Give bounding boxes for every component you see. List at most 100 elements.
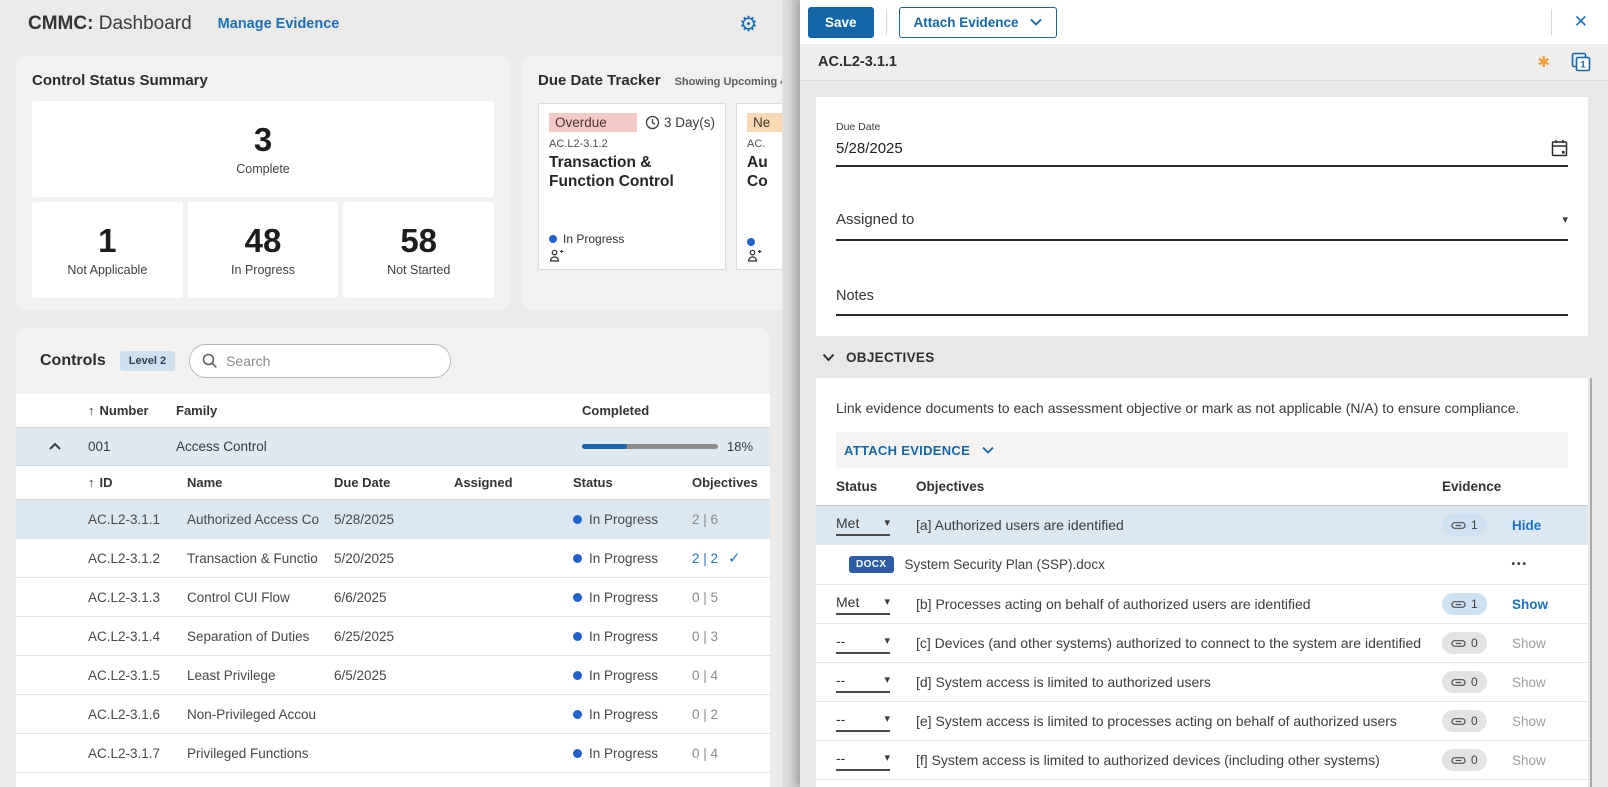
evidence-count-pill: 0: [1442, 749, 1487, 771]
show-evidence-link[interactable]: Show: [1512, 753, 1546, 768]
name-column-header[interactable]: Name: [187, 475, 334, 490]
status-select[interactable]: --▾: [836, 750, 890, 771]
family-row-access-control[interactable]: 001 Access Control 18%: [16, 428, 770, 466]
evidence-count: 0: [1471, 753, 1478, 767]
in-progress-label: In Progress: [231, 263, 295, 277]
objectives-count: 0 | 4: [692, 746, 718, 761]
gear-icon[interactable]: ⚙: [739, 14, 758, 35]
close-icon[interactable]: ✕: [1574, 12, 1588, 32]
control-id: AC.L2-3.1.2: [88, 551, 187, 566]
assigned-column-header[interactable]: Assigned: [454, 475, 573, 490]
status-select[interactable]: --▾: [836, 711, 890, 732]
objectives-section-title: OBJECTIVES: [846, 350, 935, 365]
controls-title: Controls: [40, 352, 106, 370]
status-column-header[interactable]: Status: [573, 475, 692, 490]
dropdown-arrow-icon: ▾: [884, 751, 890, 764]
objectives-count: 2 | 6: [692, 512, 718, 527]
link-icon: [1451, 753, 1466, 768]
tracker-status: In Progress: [549, 232, 715, 246]
controls-card: Controls Level 2 ↑Number Family Complete…: [16, 328, 770, 787]
objective-row-c[interactable]: --▾ [c] Devices (and other systems) auth…: [816, 624, 1588, 663]
objective-row-d[interactable]: --▾ [d] System access is limited to auth…: [816, 663, 1588, 702]
due-date-column-header[interactable]: Due Date: [334, 475, 454, 490]
show-evidence-link[interactable]: Show: [1512, 675, 1546, 690]
dropdown-arrow-icon: ▾: [884, 595, 890, 608]
show-evidence-link[interactable]: Show: [1512, 597, 1548, 612]
tracker-card-overdue[interactable]: Overdue 3 Day(s) AC.L2-3.1.2 Transaction…: [538, 103, 726, 270]
show-evidence-link[interactable]: Show: [1512, 714, 1546, 729]
show-evidence-link[interactable]: Show: [1512, 636, 1546, 651]
due-date-field[interactable]: Due Date 5/28/2025: [836, 121, 1568, 167]
controls-search[interactable]: [189, 344, 451, 378]
control-id: AC.L2-3.1.3: [88, 590, 187, 605]
control-due-date: 5/28/2025: [334, 512, 454, 527]
control-due-date: 6/6/2025: [334, 590, 454, 605]
in-progress-count: 48: [245, 223, 282, 259]
manage-evidence-link[interactable]: Manage Evidence: [218, 16, 340, 32]
objectives-section-toggle[interactable]: OBJECTIVES: [816, 336, 1588, 378]
summary-tile-in-progress: 48 In Progress: [188, 202, 339, 298]
notes-field[interactable]: Notes: [836, 287, 1568, 316]
objective-text: [a] Authorized users are identified: [916, 517, 1442, 533]
not-applicable-label: Not Applicable: [67, 263, 147, 277]
evidence-count: 1: [1471, 518, 1478, 532]
status-select[interactable]: Met▾: [836, 594, 890, 615]
overdue-days: 3 Day(s): [645, 115, 715, 130]
search-input[interactable]: [226, 353, 438, 369]
objective-row-a[interactable]: Met▾ [a] Authorized users are identified…: [816, 506, 1588, 545]
control-row-3-1-2[interactable]: AC.L2-3.1.2 Transaction & Functio 5/20/2…: [16, 539, 770, 578]
status-select[interactable]: --▾: [836, 672, 890, 693]
chevron-up-icon[interactable]: [48, 442, 62, 451]
scrollbar[interactable]: [1590, 378, 1592, 787]
due-date-value[interactable]: 5/28/2025: [836, 140, 903, 157]
complete-label: Complete: [236, 162, 290, 176]
family-name: Access Control: [176, 439, 582, 454]
tracker-card-next[interactable]: Ne AC. Au Co: [736, 103, 782, 270]
save-button[interactable]: Save: [808, 7, 874, 38]
control-row-3-1-7[interactable]: AC.L2-3.1.7 Privileged Functions In Prog…: [16, 734, 770, 773]
id-column-header[interactable]: ↑ID: [88, 475, 187, 490]
link-icon: [1451, 597, 1466, 612]
control-row-3-1-3[interactable]: AC.L2-3.1.3 Control CUI Flow 6/6/2025 In…: [16, 578, 770, 617]
objective-row-f[interactable]: --▾ [f] System access is limited to auth…: [816, 741, 1588, 780]
status-column-header: Status: [836, 479, 916, 494]
control-row-3-1-6[interactable]: AC.L2-3.1.6 Non-Privileged Accou In Prog…: [16, 695, 770, 734]
detail-title-bar: AC.L2-3.1.1 ✱ 1: [800, 44, 1608, 81]
link-icon: [1451, 675, 1466, 690]
assignee-icon: [549, 249, 565, 262]
control-row-3-1-1[interactable]: AC.L2-3.1.1 Authorized Access Co 5/28/20…: [16, 500, 770, 539]
tracker-status: [747, 238, 782, 246]
control-row-3-1-4[interactable]: AC.L2-3.1.4 Separation of Duties 6/25/20…: [16, 617, 770, 656]
objective-row-e[interactable]: --▾ [e] System access is limited to proc…: [816, 702, 1588, 741]
control-name: Transaction & Functio: [187, 551, 334, 566]
svg-text:1: 1: [1580, 60, 1586, 71]
assigned-to-select[interactable]: Assigned to ▾: [836, 211, 1568, 241]
objectives-table-header: Status Objectives Evidence: [816, 468, 1588, 506]
overdue-badge: Overdue: [549, 113, 637, 132]
status-dot: [549, 235, 557, 243]
copy-page-icon[interactable]: 1: [1570, 51, 1592, 73]
evidence-count-pill: 0: [1442, 632, 1487, 654]
detail-form-card: Due Date 5/28/2025 Assigned to ▾ Notes: [816, 97, 1588, 336]
status-select[interactable]: Met▾: [836, 515, 890, 536]
objective-text: [b] Processes acting on behalf of author…: [916, 596, 1442, 612]
family-column-header[interactable]: Family: [176, 403, 582, 418]
link-icon: [1451, 636, 1466, 651]
objectives-card: Link evidence documents to each assessme…: [816, 378, 1588, 787]
complete-count: 3: [254, 122, 272, 158]
control-row-3-1-5[interactable]: AC.L2-3.1.5 Least Privilege 6/5/2025 In …: [16, 656, 770, 695]
objective-row-b[interactable]: Met▾ [b] Processes acting on behalf of a…: [816, 585, 1588, 624]
number-column-header[interactable]: ↑Number: [88, 403, 176, 418]
completed-progress-fill: [582, 444, 627, 449]
hide-evidence-link[interactable]: Hide: [1512, 518, 1541, 533]
page-title-text: Dashboard: [99, 13, 192, 34]
attach-evidence-button[interactable]: Attach Evidence: [899, 7, 1057, 38]
control-id: AC.L2-3.1.6: [88, 707, 187, 722]
more-options-icon[interactable]: •••: [1511, 559, 1528, 570]
objectives-check-icon: ✓: [728, 549, 741, 567]
calendar-icon[interactable]: [1551, 139, 1568, 157]
control-status: In Progress: [589, 551, 658, 566]
attach-evidence-dropdown[interactable]: ATTACH EVIDENCE: [836, 432, 1568, 468]
status-select[interactable]: --▾: [836, 633, 890, 654]
control-status: In Progress: [589, 707, 658, 722]
